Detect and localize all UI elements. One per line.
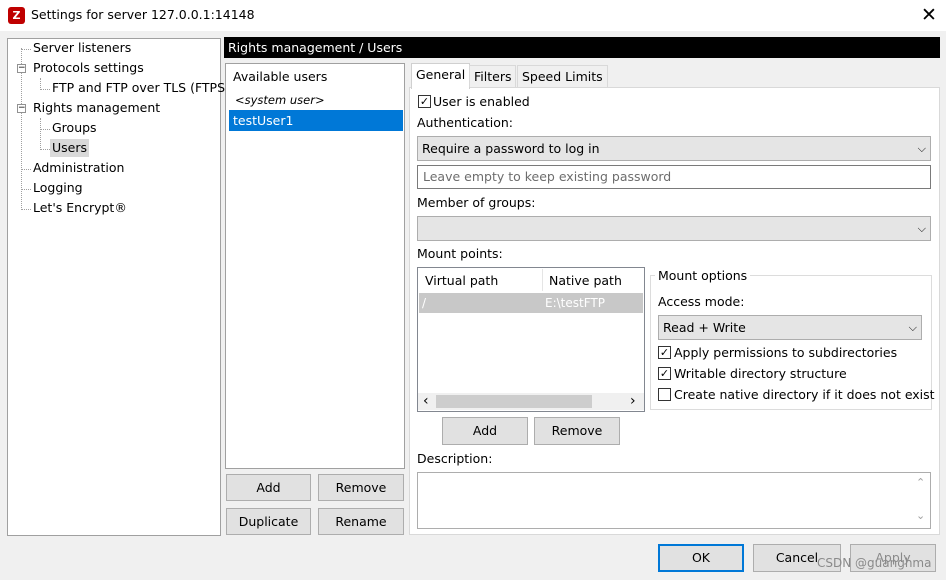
scrollbar-thumb[interactable] (436, 395, 592, 408)
access-mode-label: Access mode: (658, 294, 745, 309)
groups-select[interactable]: ⌵ (417, 216, 931, 241)
chevron-down-icon: ⌵ (908, 321, 917, 334)
authentication-select[interactable]: Require a password to log in ⌵ (417, 136, 931, 161)
table-cell-virtual: / (422, 296, 427, 310)
table-cell-native: E:\testFTP (545, 296, 605, 310)
chevron-down-icon: ⌵ (917, 142, 926, 155)
add-user-button[interactable]: Add (226, 474, 311, 501)
check-icon: ✓ (419, 95, 430, 108)
collapse-icon[interactable]: − (17, 104, 26, 113)
mount-points-label: Mount points: (417, 246, 503, 261)
ok-button[interactable]: OK (658, 544, 744, 572)
apply-permissions-label: Apply permissions to subdirectories (674, 345, 898, 360)
tree-item-ftp-ftps[interactable]: FTP and FTP over TLS (FTPS) (52, 79, 230, 97)
password-placeholder: Leave empty to keep existing password (423, 169, 672, 184)
apply-permissions-checkbox[interactable]: ✓ (658, 346, 671, 359)
writable-directory-label: Writable directory structure (674, 366, 847, 381)
access-mode-value: Read + Write (663, 320, 746, 335)
authentication-label: Authentication: (417, 115, 513, 130)
column-virtual-path[interactable]: Virtual path (425, 273, 498, 288)
filezilla-icon: Z (8, 7, 25, 24)
chevron-down-icon: ⌵ (917, 222, 926, 235)
column-divider (542, 269, 543, 291)
check-icon: ✓ (659, 346, 670, 359)
create-native-directory-label: Create native directory if it does not e… (674, 387, 935, 402)
authentication-value: Require a password to log in (422, 141, 600, 156)
tree-line (22, 189, 31, 190)
description-textarea[interactable]: ⌃ ⌄ (417, 472, 931, 529)
list-item-test-user-label: testUser1 (233, 113, 294, 128)
password-input[interactable]: Leave empty to keep existing password (417, 165, 931, 189)
check-icon: ✓ (659, 367, 670, 380)
watermark: CSDN @guanghma (817, 556, 932, 570)
tree-item-rights-management[interactable]: Rights management (33, 99, 160, 117)
create-native-directory-checkbox[interactable] (658, 388, 671, 401)
tree-line (22, 169, 31, 170)
scroll-up-icon[interactable]: ⌃ (916, 476, 925, 489)
horizontal-scrollbar[interactable]: ‹ › (418, 393, 644, 410)
page-title: Rights management / Users (228, 40, 403, 55)
rename-user-button[interactable]: Rename (318, 508, 404, 535)
tab-general[interactable]: General (411, 63, 471, 89)
user-enabled-label: User is enabled (433, 94, 530, 109)
window-title: Settings for server 127.0.0.1:14148 (31, 7, 255, 22)
tree-line (41, 129, 50, 130)
mount-options-label: Mount options (655, 268, 751, 283)
tab-filters[interactable]: Filters (469, 65, 517, 87)
tree-item-protocols-settings[interactable]: Protocols settings (33, 59, 144, 77)
collapse-icon[interactable]: − (17, 64, 26, 73)
column-native-path[interactable]: Native path (549, 273, 622, 288)
tree-line (41, 89, 50, 90)
tree-item-administration[interactable]: Administration (33, 159, 124, 177)
remove-user-button[interactable]: Remove (318, 474, 404, 501)
tree-item-server-listeners[interactable]: Server listeners (33, 39, 131, 57)
tree-line (40, 118, 41, 150)
remove-mount-button[interactable]: Remove (534, 417, 620, 445)
access-mode-select[interactable]: Read + Write ⌵ (658, 315, 922, 340)
scroll-left-icon[interactable]: ‹ (423, 393, 429, 409)
duplicate-user-button[interactable]: Duplicate (226, 508, 311, 535)
scroll-right-icon[interactable]: › (630, 393, 636, 409)
list-item-system-user[interactable]: <system user> (235, 93, 325, 107)
writable-directory-checkbox[interactable]: ✓ (658, 367, 671, 380)
add-mount-button[interactable]: Add (442, 417, 528, 445)
member-of-groups-label: Member of groups: (417, 195, 536, 210)
table-row[interactable] (419, 293, 643, 313)
users-list-heading: Available users (233, 69, 328, 84)
tree-item-lets-encrypt[interactable]: Let's Encrypt® (33, 199, 127, 217)
scroll-down-icon[interactable]: ⌄ (916, 509, 925, 522)
close-button[interactable]: ✕ (916, 4, 942, 26)
user-enabled-checkbox[interactable]: ✓ (418, 95, 431, 108)
tree-line (41, 149, 50, 150)
tree-item-groups[interactable]: Groups (52, 119, 97, 137)
tree-line (22, 209, 31, 210)
tree-item-logging[interactable]: Logging (33, 179, 83, 197)
description-label: Description: (417, 451, 493, 466)
tab-speed-limits[interactable]: Speed Limits (517, 65, 608, 87)
tree-item-users[interactable]: Users (50, 139, 90, 157)
tree-line (22, 49, 31, 50)
mount-points-table (417, 267, 645, 412)
